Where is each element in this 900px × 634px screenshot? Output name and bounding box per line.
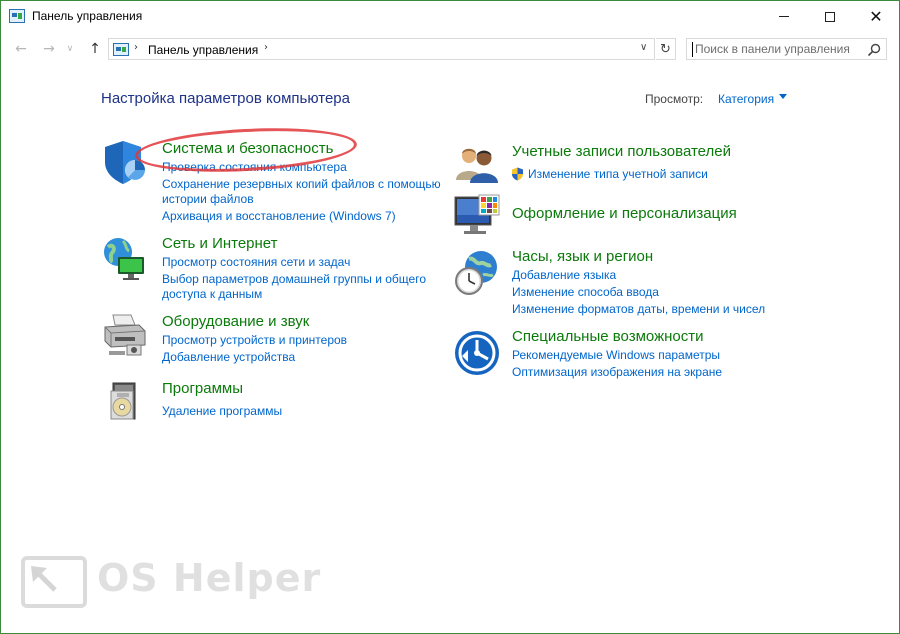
search-box[interactable]: [686, 38, 887, 60]
control-panel-window: Панель управления ✕ ← → ∨ ↑ › Панель упр…: [0, 0, 900, 634]
category-title-user-accounts[interactable]: Учетные записи пользователей: [512, 143, 731, 160]
breadcrumb[interactable]: Панель управления: [148, 43, 258, 57]
recent-locations-button[interactable]: ∨: [63, 39, 77, 59]
arrow-right-icon: →: [43, 41, 55, 57]
maximize-button[interactable]: [807, 1, 853, 32]
dropdown-caret-icon[interactable]: [779, 94, 787, 99]
link-homegroup-cont[interactable]: доступа к данным: [162, 287, 262, 302]
search-input[interactable]: [695, 40, 863, 58]
category-title-hardware[interactable]: Оборудование и звук: [162, 313, 309, 330]
cursor-arrow-icon: [31, 566, 57, 592]
control-panel-icon: [9, 9, 25, 23]
chevron-right-icon[interactable]: ›: [264, 42, 268, 53]
programs-disc-icon: [110, 382, 136, 420]
title-bar: Панель управления ✕: [1, 1, 899, 32]
users-icon: [456, 148, 498, 183]
category-title-programs[interactable]: Программы: [162, 380, 243, 397]
link-backup-restore[interactable]: Архивация и восстановление (Windows 7): [162, 209, 396, 224]
printer-icon: [104, 314, 146, 356]
link-network-status[interactable]: Просмотр состояния сети и задач: [162, 255, 350, 270]
cursor-box-icon: [21, 556, 87, 608]
back-button[interactable]: ←: [11, 39, 31, 59]
clock-globe-icon: [455, 251, 497, 295]
link-uninstall-program[interactable]: Удаление программы: [162, 404, 282, 419]
link-change-input-method[interactable]: Изменение способа ввода: [512, 285, 659, 300]
arrow-left-icon: ←: [15, 41, 27, 57]
close-button[interactable]: ✕: [853, 1, 899, 32]
link-add-language[interactable]: Добавление языка: [512, 268, 616, 283]
accessibility-icon: [455, 331, 499, 375]
link-change-account-type[interactable]: Изменение типа учетной записи: [528, 167, 708, 182]
navigation-bar: ← → ∨ ↑ › Панель управления › ∨ ↻: [1, 34, 899, 64]
view-by-label: Просмотр:: [645, 92, 704, 106]
minimize-button[interactable]: [761, 1, 807, 32]
arrow-up-icon: ↑: [89, 41, 101, 57]
forward-button[interactable]: →: [39, 39, 59, 59]
view-by-dropdown[interactable]: Категория: [718, 92, 774, 106]
category-title-ease-of-access[interactable]: Специальные возможности: [512, 328, 704, 345]
link-file-history[interactable]: Сохранение резервных копий файлов с помо…: [162, 177, 441, 192]
maximize-icon: [825, 11, 835, 22]
monitor-palette-icon: [454, 194, 500, 234]
uac-shield-icon: [512, 167, 523, 181]
category-title-appearance[interactable]: Оформление и персонализация: [512, 205, 737, 222]
link-file-history-cont[interactable]: истории файлов: [162, 192, 254, 207]
text-caret: [692, 42, 693, 57]
category-title-network[interactable]: Сеть и Интернет: [162, 235, 278, 252]
close-icon: ✕: [869, 6, 883, 26]
control-panel-icon: [113, 43, 129, 56]
address-history-dropdown[interactable]: ∨: [640, 42, 647, 53]
link-recommended-settings[interactable]: Рекомендуемые Windows параметры: [512, 348, 720, 363]
category-title-clock-region[interactable]: Часы, язык и регион: [512, 248, 653, 265]
address-bar[interactable]: › Панель управления › ∨: [108, 38, 655, 60]
refresh-icon: ↻: [660, 41, 671, 57]
minimize-icon: [779, 16, 789, 17]
watermark-logo: OS Helper: [21, 554, 320, 614]
chevron-right-icon[interactable]: ›: [134, 42, 138, 53]
link-change-formats[interactable]: Изменение форматов даты, времени и чисел: [512, 302, 765, 317]
watermark-text: OS Helper: [97, 556, 322, 600]
link-devices-printers[interactable]: Просмотр устройств и принтеров: [162, 333, 347, 348]
network-globe-icon: [104, 238, 144, 280]
page-title: Настройка параметров компьютера: [101, 90, 350, 107]
link-homegroup[interactable]: Выбор параметров домашней группы и общег…: [162, 272, 426, 287]
window-title: Панель управления: [32, 9, 143, 23]
search-icon[interactable]: [867, 43, 881, 57]
up-button[interactable]: ↑: [85, 39, 105, 59]
link-add-device[interactable]: Добавление устройства: [162, 350, 295, 365]
link-optimize-display[interactable]: Оптимизация изображения на экране: [512, 365, 722, 380]
chevron-down-icon: ∨: [66, 44, 74, 54]
refresh-button[interactable]: ↻: [656, 38, 676, 60]
